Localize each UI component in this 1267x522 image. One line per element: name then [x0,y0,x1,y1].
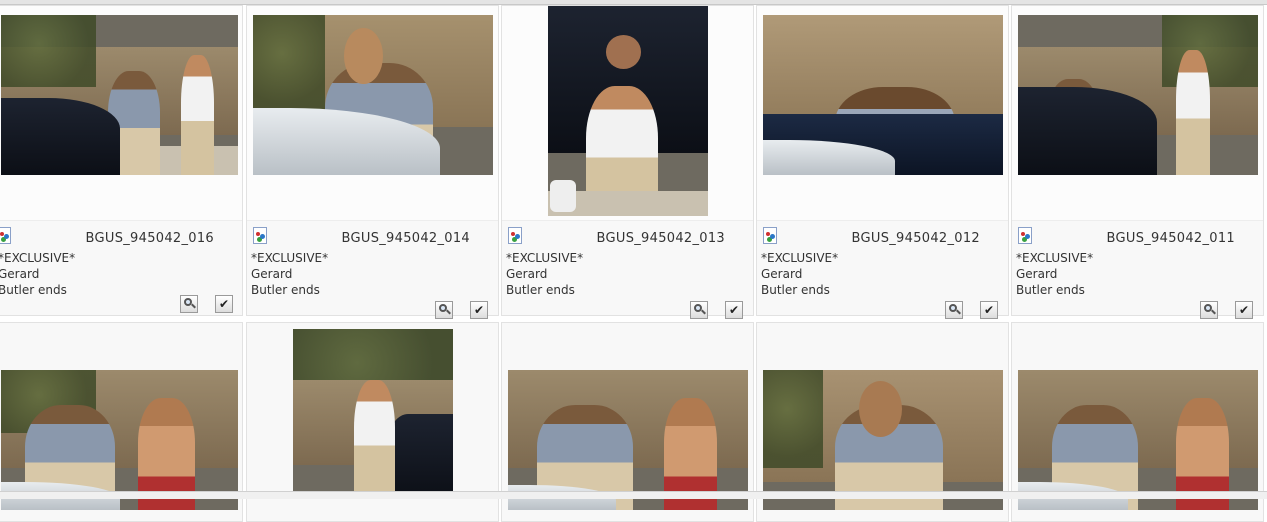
zoom-button[interactable] [435,301,453,319]
photo-thumbnail[interactable] [763,15,1003,175]
zoom-button[interactable] [180,295,198,313]
description-line: *EXCLUSIVE* [0,251,76,265]
thumbnail-area[interactable] [502,6,753,221]
checkmark-icon: ✔ [983,303,995,317]
description-line: Gerard [761,267,803,281]
select-checkbox[interactable]: ✔ [215,295,233,313]
photo-caption: BGUS_945042_012 *EXCLUSIVE* Gerard Butle… [757,220,1008,319]
select-checkbox[interactable]: ✔ [1235,301,1253,319]
zoom-button[interactable] [945,301,963,319]
image-file-icon [1018,227,1032,244]
description-line: Gerard [1016,267,1058,281]
description-line: *EXCLUSIVE* [251,251,329,265]
thumbnail-area[interactable] [0,6,242,221]
photo-thumbnail[interactable] [1018,370,1258,510]
select-checkbox[interactable]: ✔ [980,301,998,319]
photo-caption: BGUS_945042_011 *EXCLUSIVE* Gerard Butle… [1012,220,1263,319]
photo-card: BGUS_945042_014 *EXCLUSIVE* Gerard Butle… [246,5,499,319]
thumbnail-area[interactable] [1012,6,1263,221]
select-checkbox[interactable]: ✔ [470,301,488,319]
description-line: *EXCLUSIVE* [1016,251,1094,265]
photo-thumbnail[interactable] [548,6,708,216]
checkmark-icon: ✔ [218,297,230,311]
image-file-icon [763,227,777,244]
photo-card: BGUS_945042_013 *EXCLUSIVE* Gerard Butle… [501,5,754,319]
zoom-button[interactable] [1200,301,1218,319]
photo-card: BGUS_945042_012 *EXCLUSIVE* Gerard Butle… [756,5,1009,319]
photo-thumbnail[interactable] [253,15,493,175]
image-file-icon [508,227,522,244]
description-line: *EXCLUSIVE* [761,251,839,265]
photo-thumbnail[interactable] [293,329,453,499]
select-checkbox[interactable]: ✔ [725,301,743,319]
description-line: Butler ends [251,283,320,297]
photo-thumbnail[interactable] [1018,15,1258,175]
checkmark-icon: ✔ [728,303,740,317]
photo-filename: BGUS_945042_013 [596,231,725,246]
photo-filename: BGUS_945042_011 [1106,231,1235,246]
checkmark-icon: ✔ [1238,303,1250,317]
photo-filename: BGUS_945042_016 [85,231,214,246]
description-line: Gerard [251,267,293,281]
description-line: Gerard [0,267,40,281]
photo-thumbnail[interactable] [763,370,1003,510]
photo-description: *EXCLUSIVE* Gerard Butler ends [251,250,328,298]
checkmark-icon: ✔ [473,303,485,317]
photo-filename: BGUS_945042_012 [851,231,980,246]
photo-card: BGUS_945042_011 *EXCLUSIVE* Gerard Butle… [1011,5,1264,319]
photo-description: *EXCLUSIVE* Gerard Butler ends [1016,250,1093,298]
description-line: Butler ends [1016,283,1085,297]
photo-card: BGUS_945042_016 *EXCLUSIVE* Gerard Butle… [0,5,243,316]
status-bar [0,491,1267,499]
photo-caption: BGUS_945042_013 *EXCLUSIVE* Gerard Butle… [502,220,753,319]
thumbnail-area[interactable] [757,6,1008,221]
photo-thumbnail[interactable] [508,370,748,510]
description-line: Butler ends [506,283,575,297]
photo-description: *EXCLUSIVE* Gerard Butler ends [506,250,583,298]
photo-caption: BGUS_945042_014 *EXCLUSIVE* Gerard Butle… [247,220,498,319]
description-line: Gerard [506,267,548,281]
photo-caption: BGUS_945042_016 *EXCLUSIVE* Gerard Butle… [0,220,242,315]
image-file-icon [0,227,11,244]
photo-description: *EXCLUSIVE* Gerard Butler ends [0,250,75,298]
photo-description: *EXCLUSIVE* Gerard Butler ends [761,250,838,298]
photo-thumbnail[interactable] [1,15,238,175]
photo-thumbnail[interactable] [1,370,238,510]
thumbnail-area[interactable] [247,6,498,221]
description-line: *EXCLUSIVE* [506,251,584,265]
description-line: Butler ends [761,283,830,297]
photo-filename: BGUS_945042_014 [341,231,470,246]
image-file-icon [253,227,267,244]
zoom-button[interactable] [690,301,708,319]
description-line: Butler ends [0,283,67,297]
